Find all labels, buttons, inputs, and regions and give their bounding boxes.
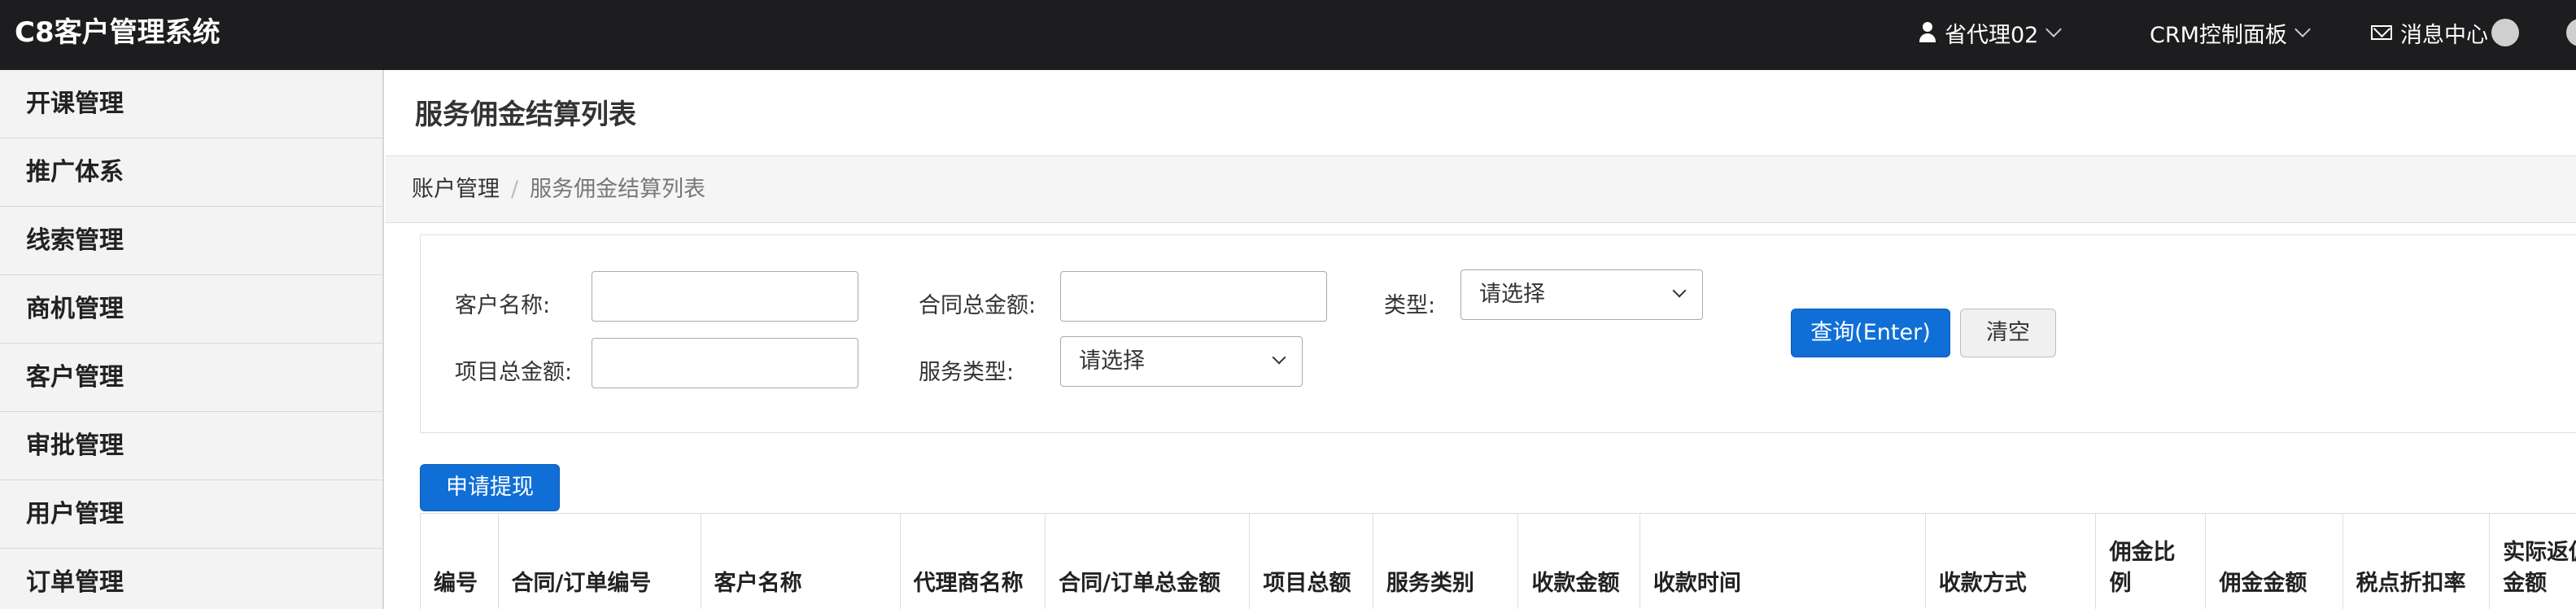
service-type-select[interactable]: 请选择 [1060,336,1303,387]
user-menu-label: 省代理02 [1945,22,2039,48]
page-title: 服务佣金结算列表 [386,70,2576,156]
service-type-select-value: 请选择 [1079,348,1145,374]
col-header-received-amount[interactable]: 收款金额 [1517,513,1640,609]
extra-menu[interactable] [2563,0,2576,65]
crm-dashboard-label: CRM控制面板 [2150,22,2287,48]
message-center[interactable]: 消息中心 [2371,0,2519,65]
col-header-payment-method[interactable]: 收款方式 [1924,513,2097,609]
contract-total-input[interactable] [1060,271,1327,322]
user-menu[interactable]: 省代理02 [1919,0,2063,65]
sidebar-item-leads[interactable]: 线索管理 [0,207,382,275]
sidebar-item-customers[interactable]: 客户管理 [0,344,382,412]
project-total-input[interactable] [592,338,858,388]
customer-name-input[interactable] [592,271,858,322]
col-header-tax-discount-rate[interactable]: 税点折扣率 [2342,513,2491,609]
col-header-actual-rebate[interactable]: 实际返佣金额 [2489,513,2576,609]
chevron-down-icon [1272,350,1286,365]
search-panel: 客户名称: 合同总金额: 类型: 请选择 项目总金额: 服务类型: 请选择 查询… [420,234,2576,433]
commission-table: 编号 合同/订单编号 客户名称 代理商名称 合同/订单总金额 项目总额 服务类别… [420,513,2576,609]
top-navbar: C8客户管理系统 省代理02 CRM控制面板 消息中心 [0,0,2576,70]
avatar [2566,19,2576,46]
query-button[interactable]: 查询(Enter) [1791,309,1950,357]
apply-withdraw-button[interactable]: 申请提现 [420,464,560,511]
col-header-service-category[interactable]: 服务类别 [1372,513,1519,609]
chevron-down-icon [1672,283,1687,298]
sidebar-item-course[interactable]: 开课管理 [0,70,382,138]
col-header-id[interactable]: 编号 [420,513,499,609]
col-header-contract-no[interactable]: 合同/订单编号 [497,513,701,609]
crm-dashboard-menu[interactable]: CRM控制面板 [2122,0,2311,65]
clear-button[interactable]: 清空 [1960,309,2056,357]
message-center-label: 消息中心 [2400,22,2488,48]
col-header-agent-name[interactable]: 代理商名称 [899,513,1046,609]
dashboard-icon [2122,23,2142,42]
customer-name-label: 客户名称: [455,293,551,318]
col-header-commission-rate[interactable]: 佣金比例 [2095,513,2207,609]
sidebar: 开课管理 推广体系 线索管理 商机管理 客户管理 审批管理 用户管理 订单管理 [0,70,384,609]
col-header-contract-total[interactable]: 合同/订单总金额 [1045,513,1251,609]
type-select-value: 请选择 [1479,282,1545,307]
col-header-customer-name[interactable]: 客户名称 [700,513,901,609]
table-header-row: 编号 合同/订单编号 客户名称 代理商名称 合同/订单总金额 项目总额 服务类别… [420,513,2576,609]
sidebar-item-approvals[interactable]: 审批管理 [0,412,382,480]
notification-badge [2491,19,2519,46]
col-header-commission-amount[interactable]: 佣金金额 [2205,513,2343,609]
contract-total-label: 合同总金额: [919,293,1037,318]
sidebar-item-orders[interactable]: 订单管理 [0,549,382,609]
breadcrumb-account[interactable]: 账户管理 [412,177,500,202]
chevron-down-icon [2046,21,2063,37]
type-label: 类型: [1384,293,1436,318]
main-content: 服务佣金结算列表 账户管理 / 服务佣金结算列表 客户名称: 合同总金额: 类型: … [386,70,2576,609]
service-type-label: 服务类型: [919,360,1015,385]
mail-icon [2371,25,2392,40]
project-total-label: 项目总金额: [455,360,573,385]
breadcrumb-current: 服务佣金结算列表 [530,177,706,202]
breadcrumb-separator: / [511,177,519,202]
app-brand[interactable]: C8客户管理系统 [15,0,220,65]
col-header-received-time[interactable]: 收款时间 [1639,513,1926,609]
chevron-down-icon [2294,21,2311,37]
breadcrumb: 账户管理 / 服务佣金结算列表 [386,156,2576,223]
sidebar-item-opportunities[interactable]: 商机管理 [0,275,382,344]
sidebar-item-promotion[interactable]: 推广体系 [0,138,382,207]
sidebar-item-users[interactable]: 用户管理 [0,480,382,549]
col-header-project-total[interactable]: 项目总额 [1249,513,1373,609]
type-select[interactable]: 请选择 [1460,269,1703,320]
user-icon [1919,22,1936,43]
